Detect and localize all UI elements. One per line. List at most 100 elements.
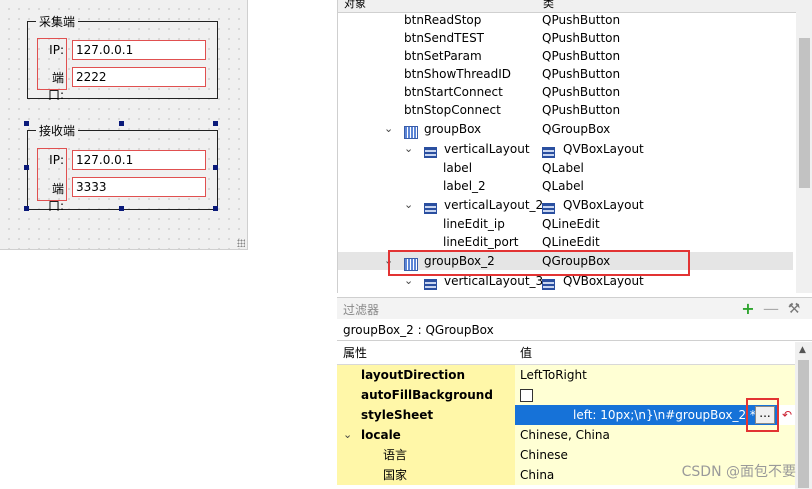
tree-row[interactable]: btnStopConnect QPushButton [338,101,793,119]
property-name: 语言 [383,448,408,462]
column-class[interactable]: 类 [543,0,554,11]
ip-label: IP: [49,153,64,167]
selection-handle[interactable] [119,121,124,126]
object-class: QLineEdit [542,217,600,231]
property-value[interactable]: China [520,465,554,485]
selection-handle[interactable] [213,165,218,170]
ip-label: IP: [49,43,64,57]
port-label: 端口: [47,71,64,102]
object-name: verticalLayout [444,142,530,156]
object-name: label [443,161,473,175]
group-box-receive[interactable]: 接收端 IP: 端口: 127.0.0.1 3333 [27,122,218,213]
property-name: locale [361,428,401,442]
object-name: lineEdit_ip [443,217,505,231]
groupbox-icon [404,123,418,141]
tree-row[interactable]: btnShowThreadID QPushButton [338,65,793,83]
object-name: groupBox [424,122,482,136]
property-row[interactable]: ⌄ locale Chinese, China [337,425,795,445]
property-name: styleSheet [361,408,434,422]
tree-row[interactable]: btnReadStop QPushButton [338,11,793,29]
ip-input[interactable]: 127.0.0.1 [72,40,206,60]
selection-handle[interactable] [213,121,218,126]
group-box-title: 接收端 [36,122,79,139]
tree-row[interactable]: ⌄ verticalLayout_2 QVBoxLayout [338,196,793,214]
tree-row[interactable]: lineEdit_port QLineEdit [338,233,793,251]
selection-handle[interactable] [24,206,29,211]
tree-row[interactable]: label_2 QLabel [338,177,793,195]
object-name: btnStopConnect [404,103,501,117]
property-name-cell [337,445,515,465]
object-class: QLabel [542,161,584,175]
property-value[interactable]: LeftToRight [520,365,587,385]
scroll-up-icon[interactable]: ▲ [799,345,806,355]
tree-row[interactable]: label QLabel [338,159,793,177]
layout-icon [542,275,555,293]
filter-input[interactable]: 过滤器 [343,301,379,318]
tree-row[interactable]: ⌄ groupBox QGroupBox [338,120,793,141]
filter-bar: 过滤器 + — ⚒ [337,297,812,321]
object-name: btnSendTEST [404,31,485,45]
group-box-title: 采集端 [36,13,79,30]
resize-grip-icon[interactable] [237,239,245,247]
selection-handle[interactable] [24,165,29,170]
selected-object-label: groupBox_2 : QGroupBox [337,319,812,341]
port-label: 端口: [47,182,64,213]
ip-input[interactable]: 127.0.0.1 [72,150,206,170]
property-value[interactable]: Chinese, China [520,425,610,445]
port-input[interactable]: 2222 [72,67,206,87]
inspector-scrollbar[interactable] [796,0,812,293]
property-value[interactable]: Chinese [520,445,568,465]
port-input[interactable]: 3333 [72,177,206,197]
property-name: layoutDirection [361,368,466,382]
expand-arrow-icon[interactable]: ⌄ [343,425,352,445]
scrollbar-thumb[interactable] [799,38,810,188]
highlight-dots-button [746,398,779,432]
selection-handle[interactable] [213,206,218,211]
tree-row[interactable]: btnSendTEST QPushButton [338,29,793,47]
object-class: QPushButton [542,67,621,81]
object-class: QPushButton [542,31,621,45]
property-row[interactable]: autoFillBackground [337,385,795,405]
tree-row[interactable]: btnStartConnect QPushButton [338,83,793,101]
object-class: QLineEdit [542,235,600,249]
selection-handle[interactable] [119,206,124,211]
form-designer-canvas[interactable]: 采集端 IP: 端口: 127.0.0.1 2222 接收端 IP: 端口: 1… [0,0,248,250]
object-name: lineEdit_port [443,235,519,249]
tree-row[interactable]: btnSetParam QPushButton [338,47,793,65]
object-name: verticalLayout_2 [444,198,544,212]
watermark: CSDN @面包不要 [681,464,796,480]
remove-icon[interactable]: — [762,300,780,318]
expand-arrow-icon[interactable]: ⌄ [384,120,393,138]
highlight-groupbox2 [388,250,690,276]
property-row-selected[interactable]: styleSheet left: 10px;\n}\n#groupBox_2 *… [337,405,795,425]
tree-row[interactable]: ⌄ verticalLayout QVBoxLayout [338,140,793,158]
property-scrollbar[interactable]: ▲ [795,342,812,489]
selection-handle[interactable] [24,121,29,126]
property-header: 属性 值 [337,342,795,365]
object-class: QPushButton [542,49,621,63]
expand-arrow-icon[interactable]: ⌄ [404,140,413,158]
expand-arrow-icon[interactable]: ⌄ [404,196,413,214]
property-row[interactable]: layoutDirection LeftToRight [337,365,795,385]
object-name: btnReadStop [404,13,482,27]
auto-fill-checkbox[interactable] [520,389,533,402]
object-class: QVBoxLayout [563,198,644,212]
object-name: btnSetParam [404,49,482,63]
layout-icon [424,275,437,293]
add-icon[interactable]: + [739,300,757,318]
object-class: QPushButton [542,13,621,27]
stylesheet-value[interactable]: left: 10px;\n}\n#groupBox_2 *{ [573,405,764,425]
column-property[interactable]: 属性 [343,342,367,364]
column-object[interactable]: 对象 [344,0,366,11]
wrench-icon[interactable]: ⚒ [785,300,803,318]
tree-row[interactable]: lineEdit_ip QLineEdit [338,215,793,233]
column-value[interactable]: 值 [520,342,532,364]
object-class: QLabel [542,179,584,193]
object-class: QPushButton [542,85,621,99]
scrollbar-thumb[interactable] [798,360,809,488]
group-box-capture[interactable]: 采集端 IP: 端口: 127.0.0.1 2222 [27,13,218,102]
object-class: QPushButton [542,103,621,117]
property-name-cell [337,465,515,485]
object-name: label_2 [443,179,486,193]
reset-icon[interactable]: ↶ [779,405,795,425]
